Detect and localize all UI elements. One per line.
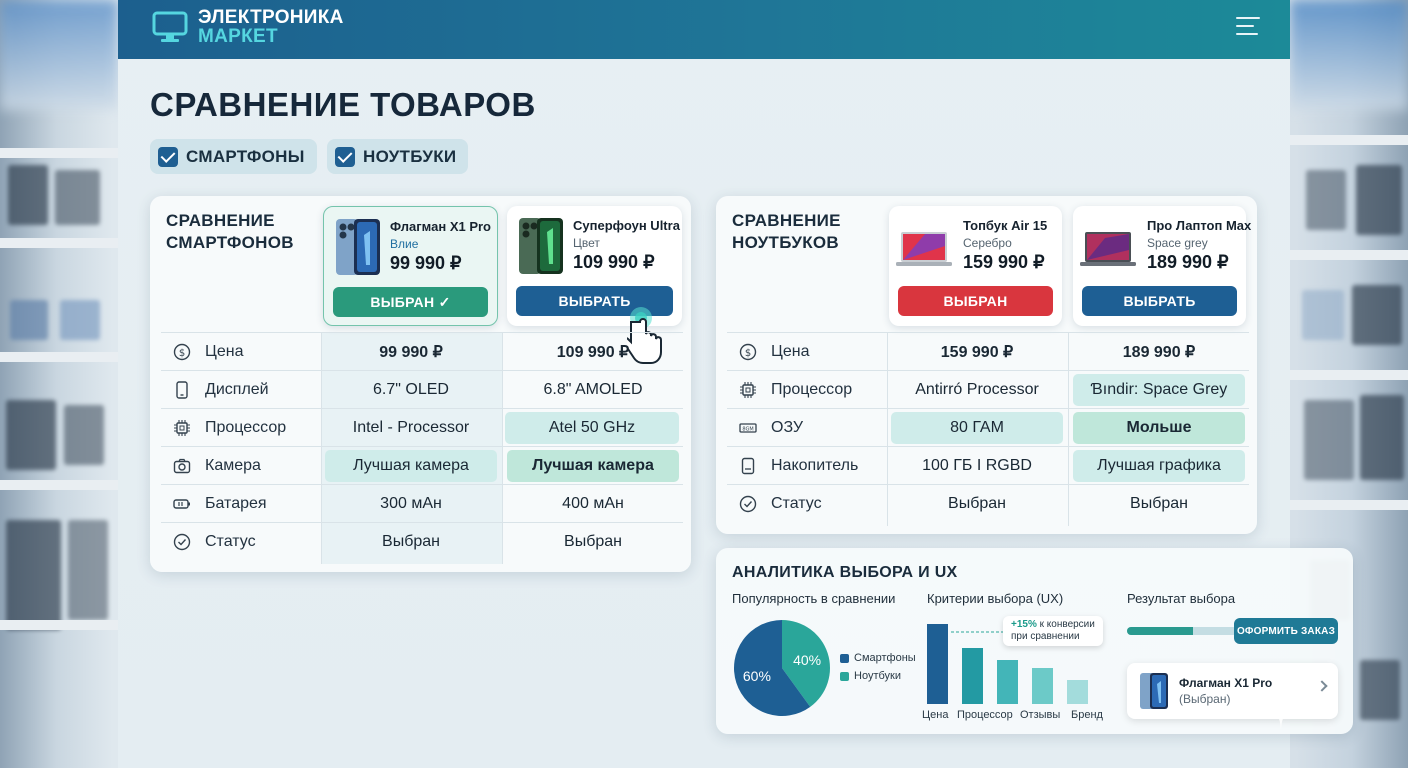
logo-line2: МАРКЕТ xyxy=(198,26,278,47)
criteria-bar xyxy=(997,660,1018,704)
table-row-ram: 8GM ОЗУ 80 ГАМ Мольше xyxy=(727,408,1249,446)
svg-text:$: $ xyxy=(179,348,185,359)
selected-button[interactable]: ВЫБРАН xyxy=(898,286,1053,316)
product-card-pro-laptop-max[interactable]: Про Лаптоп Max Space grey 189 990 ₽ ВЫБР… xyxy=(1073,206,1251,326)
cpu-icon xyxy=(174,420,190,436)
checkbox-checked-icon[interactable] xyxy=(335,146,355,167)
smartphones-comparison-card: СРАВНЕНИЕ СМАРТФОНОВ Флагман X1 Pro Влие… xyxy=(150,196,691,572)
result-title: Результат выбора xyxy=(1127,591,1236,606)
logo-line1: ЭЛЕКТРОНИКА xyxy=(198,7,344,28)
price-icon: $ xyxy=(739,343,757,361)
select-button[interactable]: ВЫБРАТЬ xyxy=(1082,286,1237,316)
smartphones-card-title: СРАВНЕНИЕ СМАРТФОНОВ xyxy=(166,211,294,252)
bar-category-label: Отзывы xyxy=(1020,709,1061,721)
table-row-processor: Процессор Intel - Processor Atel 50 GHz xyxy=(161,408,683,446)
laptop-grey-image xyxy=(1080,232,1136,266)
bar-category-label: Бренд xyxy=(1071,709,1103,721)
table-row-storage: Накопитель 100 ГБ I RGBD Лучшая графика xyxy=(727,446,1249,484)
status-check-icon xyxy=(173,533,191,551)
analytics-card: АНАЛИТИКА ВЫБОРА И UX Популярность в сра… xyxy=(716,548,1353,734)
main-panel: ЭЛЕКТРОНИКА МАРКЕТ СРАВНЕНИЕ ТОВАРОВ СМА… xyxy=(118,0,1353,768)
popularity-pie-chart: 40% 60% xyxy=(734,620,830,716)
bar-category-label: Процессор xyxy=(957,709,1013,721)
product-name: Топбук Air 15 xyxy=(963,218,1048,233)
svg-text:$: $ xyxy=(745,348,751,359)
store-background-left xyxy=(0,0,118,768)
table-row-price: $ Цена 99 990 ₽ 109 990 ₽ xyxy=(161,332,683,370)
table-row-processor: Процессор Antirró Processor Ɓındir: Spac… xyxy=(727,370,1249,408)
table-row-price: $ Цена 159 990 ₽ 189 990 ₽ xyxy=(727,332,1249,370)
table-row-status: Статус Выбран Выбран xyxy=(161,522,683,560)
laptops-comparison-card: СРАВНЕНИЕ НОУТБУКОВ Топбук Air 15 Серебр… xyxy=(716,196,1257,534)
table-row-battery: Батарея 300 мАн 400 мАн xyxy=(161,484,683,522)
table-row-camera: Камера Лучшая камера Лучшая камера xyxy=(161,446,683,484)
camera-icon xyxy=(173,458,191,474)
status-check-icon xyxy=(739,495,757,513)
sparkle-icon xyxy=(1266,692,1296,730)
selected-button[interactable]: ВЫБРАН ✓ xyxy=(333,287,488,317)
criteria-bar xyxy=(927,624,948,704)
dashed-connector xyxy=(951,631,1009,633)
bar-category-label: Цена xyxy=(922,709,949,721)
phone-blue-image xyxy=(1140,673,1168,709)
result-product-status: (Выбран) xyxy=(1179,692,1231,706)
product-price: 159 990 ₽ xyxy=(963,252,1045,272)
conversion-tooltip: +15% к конверсии при сравнении xyxy=(1003,616,1103,646)
pie-value-label: 40% xyxy=(793,652,821,668)
page-title: СРАВНЕНИЕ ТОВАРОВ xyxy=(150,86,536,123)
display-icon xyxy=(176,381,188,399)
phone-green-image xyxy=(519,218,563,274)
cpu-icon xyxy=(740,382,756,398)
product-card-superfoun-ultra[interactable]: Суперфоун Ultra Цвет 109 990 ₽ ВЫБРАТЬ xyxy=(507,206,682,364)
legend-item: Смартфоны xyxy=(840,652,916,664)
price-icon: $ xyxy=(173,343,191,361)
product-price: 109 990 ₽ xyxy=(573,252,655,272)
legend-item: Ноутбуки xyxy=(840,670,901,682)
battery-icon xyxy=(173,499,190,509)
criteria-bar xyxy=(1067,680,1088,704)
top-bar: ЭЛЕКТРОНИКА МАРКЕТ xyxy=(118,0,1290,59)
filter-smartphones[interactable]: СМАРТФОНЫ xyxy=(150,139,317,174)
product-name: Флагман X1 Pro xyxy=(390,219,491,234)
analytics-title: АНАЛИТИКА ВЫБОРА И UX xyxy=(732,564,958,581)
result-product-name: Флагман X1 Pro xyxy=(1179,676,1273,690)
ram-icon: 8GM xyxy=(739,423,757,433)
checkbox-checked-icon[interactable] xyxy=(158,146,178,167)
criteria-bar-labels: Цена Процессор Отзывы Бренд xyxy=(922,709,1103,723)
storage-icon xyxy=(741,457,755,475)
product-subtitle: Влие xyxy=(390,237,419,251)
filter-laptops[interactable]: НОУТБУКИ xyxy=(327,139,469,174)
selection-progress-bar xyxy=(1127,627,1237,635)
product-subtitle: Space grey xyxy=(1147,236,1208,250)
laptop-silver-image xyxy=(896,232,952,266)
product-subtitle: Серебро xyxy=(963,236,1012,250)
filter-label: СМАРТФОНЫ xyxy=(186,146,305,166)
product-name: Суперфоун Ultra xyxy=(573,218,680,233)
selected-result-card[interactable]: Флагман X1 Pro (Выбран) xyxy=(1127,663,1338,719)
menu-icon[interactable] xyxy=(1236,17,1260,37)
filter-label: НОУТБУКИ xyxy=(363,146,457,166)
svg-text:8GM: 8GM xyxy=(742,427,753,433)
product-subtitle: Цвет xyxy=(573,236,600,250)
laptops-card-title: СРАВНЕНИЕ НОУТБУКОВ xyxy=(732,211,841,252)
table-row-display: Дисплей 6.7" OLED 6.8" AMOLED xyxy=(161,370,683,408)
criteria-bar xyxy=(1032,668,1053,704)
monitor-logo-icon xyxy=(152,11,188,42)
product-card-flagman-x1-pro[interactable]: Флагман X1 Pro Влие 99 990 ₽ ВЫБРАН ✓ xyxy=(323,206,498,326)
product-card-topbuk-air-15[interactable]: Топбук Air 15 Серебро 159 990 ₽ ВЫБРАН xyxy=(889,206,1062,326)
phone-blue-image xyxy=(336,219,380,275)
product-price: 189 990 ₽ xyxy=(1147,252,1229,272)
logo[interactable]: ЭЛЕКТРОНИКА МАРКЕТ xyxy=(198,8,344,46)
product-price: 99 990 ₽ xyxy=(390,253,462,273)
pie-value-label: 60% xyxy=(743,668,771,684)
criteria-title: Критерии выбора (UX) xyxy=(927,591,1064,606)
criteria-bar xyxy=(962,648,983,704)
chevron-right-icon[interactable] xyxy=(1316,680,1328,692)
order-button[interactable]: ОФОРМИТЬ ЗАКАЗ xyxy=(1234,618,1338,644)
table-row-status: Статус Выбран Выбран xyxy=(727,484,1249,522)
product-name: Про Лаптоп Max xyxy=(1147,218,1252,233)
popularity-title: Популярность в сравнении xyxy=(732,591,896,606)
